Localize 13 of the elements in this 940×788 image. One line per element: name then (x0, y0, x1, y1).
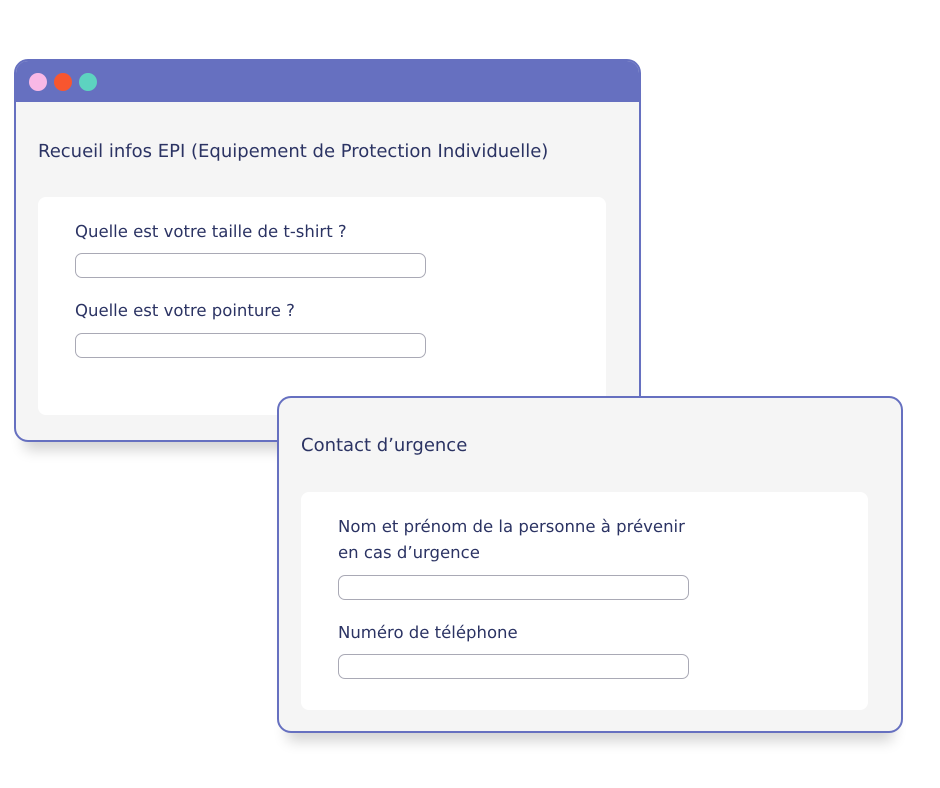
input-field[interactable] (338, 654, 689, 680)
input-field[interactable] (338, 574, 689, 600)
question-label: Quelle est votre taille de t-shirt ? (75, 221, 348, 243)
window-control-icon[interactable] (54, 72, 72, 90)
input-field[interactable] (75, 332, 426, 358)
form-title: Recueil infos EPI (Equipement de Protection Individuelle) (37, 140, 550, 164)
window-control-icon[interactable] (29, 72, 47, 90)
question-label: Nom et prénom de la personne à prévenir en cas d’urgence (338, 516, 686, 564)
input-field[interactable] (75, 253, 426, 278)
question-label: Numéro de téléphone (338, 622, 519, 644)
window-control-icon[interactable] (79, 72, 97, 90)
form-title: Contact d’urgence (300, 434, 468, 458)
question-label: Quelle est votre pointure ? (75, 300, 296, 322)
